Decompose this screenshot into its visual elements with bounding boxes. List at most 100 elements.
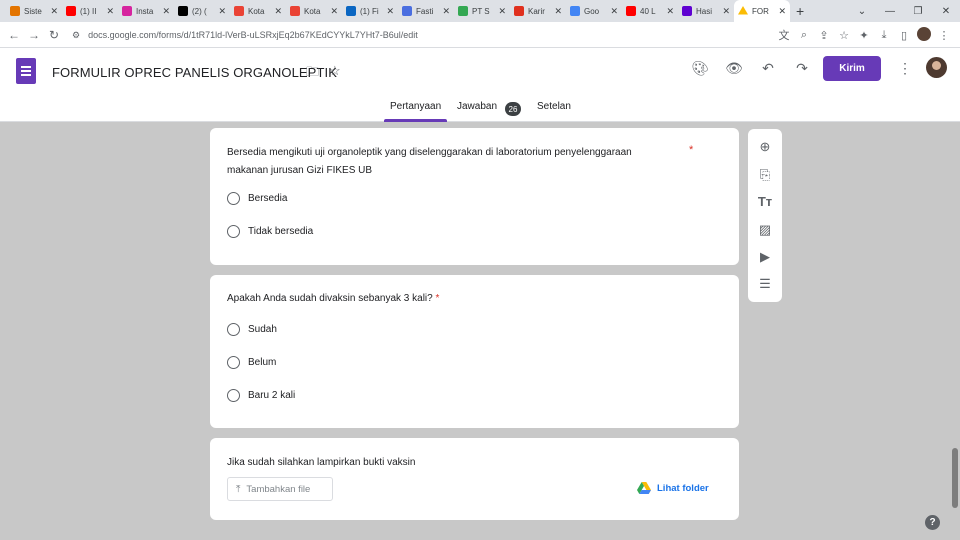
close-icon[interactable]: ✕: [554, 6, 562, 17]
translate-icon[interactable]: 文: [774, 27, 794, 43]
send-button[interactable]: Kirim: [823, 56, 881, 81]
folder-icon[interactable]: 🗀: [306, 63, 319, 85]
reload-icon[interactable]: ↻: [44, 28, 64, 42]
tab-settings[interactable]: Setelan: [537, 101, 571, 112]
tab-questions[interactable]: Pertanyaan: [383, 101, 448, 122]
close-icon[interactable]: ✕: [50, 6, 58, 17]
question-card[interactable]: Apakah Anda sudah divaksin sebanyak 3 ka…: [210, 275, 739, 428]
star-icon[interactable]: ☆: [329, 63, 341, 85]
close-icon[interactable]: ✕: [106, 6, 114, 17]
radio-option[interactable]: Sudah: [227, 323, 277, 336]
tab-title: Kota: [248, 6, 265, 16]
account-avatar[interactable]: [926, 57, 947, 78]
tab-title: Insta: [136, 6, 154, 16]
browser-tab-active[interactable]: FOR ✕: [734, 0, 790, 22]
tab-title: (2) (: [192, 6, 207, 16]
preview-eye-icon[interactable]: 👁︎: [724, 60, 744, 77]
google-forms-logo-icon[interactable]: [16, 58, 36, 84]
extensions-icon[interactable]: ✦: [854, 29, 874, 42]
close-window-icon[interactable]: ✕: [932, 6, 960, 17]
more-options-icon[interactable]: ⋮: [898, 60, 912, 77]
tab-favicon: [122, 6, 132, 16]
close-icon[interactable]: ✕: [330, 6, 338, 17]
close-icon[interactable]: ✕: [386, 6, 394, 17]
zoom-icon[interactable]: ⌕: [794, 29, 814, 42]
question-line: makanan jurusan Gizi FIKES UB: [227, 165, 373, 176]
undo-icon[interactable]: ↶: [758, 60, 778, 77]
add-video-icon[interactable]: ▶: [748, 249, 782, 265]
close-icon[interactable]: ✕: [610, 6, 618, 17]
option-label: Bersedia: [248, 193, 288, 204]
tab-search-icon[interactable]: ⌄: [848, 6, 876, 17]
redo-icon[interactable]: ↷: [792, 60, 812, 77]
close-icon[interactable]: ✕: [162, 6, 170, 17]
browser-tab[interactable]: Hasi ✕: [678, 0, 734, 22]
browser-tab[interactable]: Insta ✕: [118, 0, 174, 22]
browser-tab[interactable]: 40 L ✕: [622, 0, 678, 22]
browser-tab[interactable]: Goo ✕: [566, 0, 622, 22]
tab-title: FOR: [752, 6, 769, 16]
add-question-icon[interactable]: ⊕: [748, 139, 782, 155]
browser-tab[interactable]: Karir ✕: [510, 0, 566, 22]
view-folder-label: Lihat folder: [657, 482, 709, 494]
new-tab-button[interactable]: +: [796, 3, 804, 19]
browser-tab[interactable]: Siste ✕: [6, 0, 62, 22]
radio-option[interactable]: Tidak bersedia: [227, 225, 313, 238]
tab-responses[interactable]: Jawaban: [457, 101, 497, 112]
site-info-icon[interactable]: ⚙: [72, 30, 80, 41]
forward-icon[interactable]: →: [24, 28, 44, 42]
add-title-icon[interactable]: Tт: [748, 194, 782, 209]
profile-avatar[interactable]: [914, 26, 934, 44]
browser-menu-icon[interactable]: ⋮: [934, 29, 954, 42]
required-asterisk: *: [435, 293, 440, 304]
close-icon[interactable]: ✕: [274, 6, 282, 17]
google-drive-icon: [637, 482, 651, 494]
radio-circle-icon[interactable]: [227, 323, 240, 336]
minimize-icon[interactable]: —: [876, 6, 904, 17]
page-scrollbar[interactable]: [952, 448, 958, 508]
radio-circle-icon[interactable]: [227, 192, 240, 205]
browser-tab[interactable]: Fasti ✕: [398, 0, 454, 22]
add-section-icon[interactable]: ☰: [748, 276, 782, 292]
browser-tab[interactable]: Kota ✕: [230, 0, 286, 22]
radio-circle-icon[interactable]: [227, 225, 240, 238]
question-card[interactable]: Bersedia mengikuti uji organoleptik yang…: [210, 128, 739, 265]
share-icon[interactable]: ⇪: [814, 29, 834, 42]
close-icon[interactable]: ✕: [722, 6, 730, 17]
close-icon[interactable]: ✕: [778, 6, 786, 17]
palette-icon[interactable]: 🎨︎: [690, 60, 710, 77]
tab-favicon: [346, 6, 356, 16]
radio-option[interactable]: Baru 2 kali: [227, 389, 295, 402]
floating-toolbar: ⊕ ⎘ Tт ▨ ▶ ☰: [748, 129, 782, 302]
restore-icon[interactable]: ❐: [904, 6, 932, 17]
add-image-icon[interactable]: ▨: [748, 222, 782, 238]
add-file-button[interactable]: ⤒ Tambahkan file: [227, 477, 333, 501]
close-icon[interactable]: ✕: [498, 6, 506, 17]
download-icon[interactable]: ⤓: [874, 29, 894, 42]
side-panel-icon[interactable]: ▯: [894, 29, 914, 42]
close-icon[interactable]: ✕: [666, 6, 674, 17]
browser-tab[interactable]: (1) Fi ✕: [342, 0, 398, 22]
option-label: Sudah: [248, 324, 277, 335]
browser-tab[interactable]: (1) II ✕: [62, 0, 118, 22]
required-asterisk: *: [689, 144, 694, 156]
close-icon[interactable]: ✕: [442, 6, 450, 17]
help-icon[interactable]: ?: [925, 515, 940, 530]
browser-tab[interactable]: PT S ✕: [454, 0, 510, 22]
back-icon[interactable]: ←: [4, 28, 24, 42]
close-icon[interactable]: ✕: [218, 6, 226, 17]
import-questions-icon[interactable]: ⎘: [748, 167, 782, 183]
view-folder-link[interactable]: Lihat folder: [637, 482, 709, 494]
radio-option[interactable]: Belum: [227, 356, 276, 369]
window-controls: ⌄ — ❐ ✕: [848, 0, 960, 22]
browser-tab[interactable]: Kota ✕: [286, 0, 342, 22]
browser-tab[interactable]: (2) ( ✕: [174, 0, 230, 22]
url-field[interactable]: ⚙ docs.google.com/forms/d/1tR71ld-lVerB-…: [64, 25, 764, 45]
bookmark-star-icon[interactable]: ☆: [834, 29, 854, 42]
question-card[interactable]: Jika sudah silahkan lampirkan bukti vaks…: [210, 438, 739, 520]
radio-circle-icon[interactable]: [227, 356, 240, 369]
radio-circle-icon[interactable]: [227, 389, 240, 402]
radio-option[interactable]: Bersedia: [227, 192, 287, 205]
form-title[interactable]: FORMULIR OPREC PANELIS ORGANOLEPTIK: [52, 65, 337, 80]
tab-title: Kota: [304, 6, 321, 16]
